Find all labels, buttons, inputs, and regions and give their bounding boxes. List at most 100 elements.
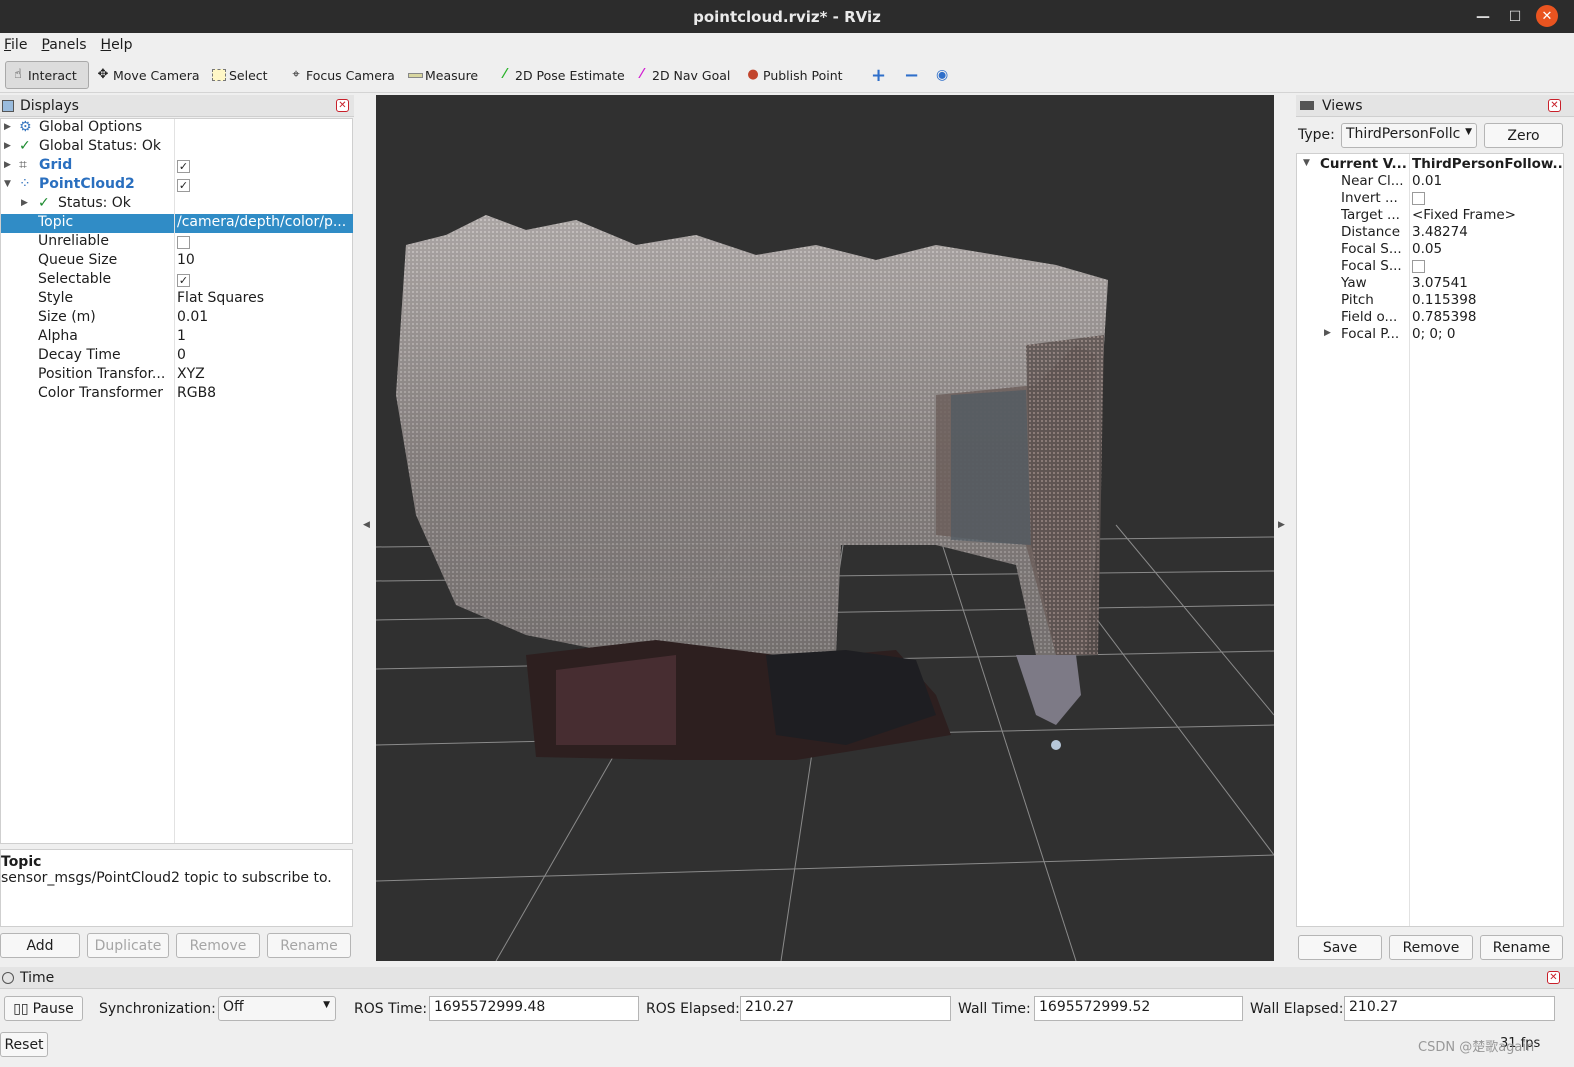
rename-view-button[interactable]: Rename — [1480, 935, 1563, 960]
wall-time-field[interactable]: 1695572999.52 — [1034, 996, 1243, 1021]
property-value[interactable]: 0 — [177, 347, 353, 363]
collapse-arrow-icon[interactable]: ▼ — [4, 179, 11, 189]
property-value[interactable]: 10 — [177, 252, 353, 268]
property-value[interactable]: XYZ — [177, 366, 353, 382]
view-prop-row[interactable]: Invert ... — [1297, 190, 1565, 207]
wall-time-label: Wall Time: — [958, 1001, 1031, 1017]
focal-shape-checkbox[interactable] — [1412, 260, 1425, 273]
prop-value[interactable]: 0; 0; 0 — [1412, 326, 1564, 342]
close-time-icon[interactable]: ✕ — [1547, 971, 1560, 984]
view-type-select[interactable]: ThirdPersonFollc ▼ — [1341, 123, 1477, 148]
add-tool-icon[interactable]: + — [871, 61, 886, 89]
close-displays-icon[interactable]: ✕ — [336, 99, 349, 112]
view-prop-row[interactable]: Pitch 0.115398 — [1297, 292, 1565, 309]
collapse-right-icon[interactable]: ▶ — [1278, 520, 1285, 530]
expand-arrow-icon[interactable]: ▶ — [4, 160, 11, 170]
view-prop-row[interactable]: ▶ Focal P... 0; 0; 0 — [1297, 326, 1565, 343]
prop-value[interactable]: 0.115398 — [1412, 292, 1564, 308]
view-prop-row[interactable]: Distance 3.48274 — [1297, 224, 1565, 241]
close-views-icon[interactable]: ✕ — [1548, 99, 1561, 112]
view-prop-row[interactable]: Target ... <Fixed Frame> — [1297, 207, 1565, 224]
invert-z-checkbox[interactable] — [1412, 192, 1425, 205]
tree-row-position-transformer[interactable]: Position Transfor... XYZ — [1, 366, 353, 385]
grid-icon: ⌗ — [19, 157, 27, 173]
menu-file[interactable]: File — [0, 37, 31, 53]
close-window-button[interactable]: ✕ — [1536, 5, 1558, 27]
pose-estimate-tool[interactable]: ⁄ 2D Pose Estimate — [497, 61, 625, 89]
tree-row-size[interactable]: Size (m) 0.01 — [1, 309, 353, 328]
focus-camera-tool[interactable]: ⌖ Focus Camera — [288, 61, 394, 89]
view-prop-row[interactable]: Field o... 0.785398 — [1297, 309, 1565, 326]
property-value[interactable]: /camera/depth/color/p... — [177, 214, 353, 230]
prop-value[interactable]: 0.785398 — [1412, 309, 1564, 325]
tree-row-selectable[interactable]: Selectable ✓ — [1, 271, 353, 290]
move-camera-tool[interactable]: ✥ Move Camera — [95, 61, 200, 89]
menu-panels[interactable]: Panels — [37, 37, 90, 53]
property-value[interactable]: 0.01 — [177, 309, 353, 325]
displays-title: Displays — [20, 97, 79, 114]
prop-value[interactable]: 0.01 — [1412, 173, 1564, 189]
prop-value[interactable]: 3.07541 — [1412, 275, 1564, 291]
tree-row-global-options[interactable]: ▶ ⚙ Global Options — [1, 119, 353, 138]
expand-arrow-icon[interactable]: ▶ — [4, 141, 11, 151]
collapse-left-icon[interactable]: ◀ — [363, 520, 370, 530]
remove-tool-icon[interactable]: − — [904, 61, 919, 89]
minimize-button[interactable]: — — [1472, 0, 1494, 33]
zero-button[interactable]: Zero — [1484, 123, 1563, 148]
property-value[interactable]: Flat Squares — [177, 290, 353, 306]
tree-row-queue-size[interactable]: Queue Size 10 — [1, 252, 353, 271]
rename-display-button[interactable]: Rename — [267, 933, 351, 958]
selectable-checkbox[interactable]: ✓ — [177, 274, 190, 287]
eye-icon[interactable]: ◉ — [936, 61, 948, 89]
select-tool[interactable]: Select — [211, 61, 268, 89]
publish-point-tool[interactable]: ● Publish Point — [745, 61, 842, 89]
tree-row-decay-time[interactable]: Decay Time 0 — [1, 347, 353, 366]
pointcloud-label: PointCloud2 — [39, 176, 135, 192]
reset-button[interactable]: Reset — [0, 1032, 48, 1057]
remove-view-button[interactable]: Remove — [1389, 935, 1473, 960]
nav-goal-tool[interactable]: ⁄ 2D Nav Goal — [634, 61, 731, 89]
remove-display-button[interactable]: Remove — [176, 933, 260, 958]
property-value[interactable]: 1 — [177, 328, 353, 344]
property-value[interactable]: RGB8 — [177, 385, 353, 401]
duplicate-display-button[interactable]: Duplicate — [87, 933, 169, 958]
view-prop-row[interactable]: Focal S... 0.05 — [1297, 241, 1565, 258]
collapse-arrow-icon[interactable]: ▼ — [1303, 158, 1310, 168]
prop-value[interactable]: 0.05 — [1412, 241, 1564, 257]
prop-value[interactable]: <Fixed Frame> — [1412, 207, 1564, 223]
tree-row-style[interactable]: Style Flat Squares — [1, 290, 353, 309]
save-view-button[interactable]: Save — [1298, 935, 1382, 960]
tree-row-topic[interactable]: Topic /camera/depth/color/p... — [1, 214, 353, 233]
view-prop-row[interactable]: Near Cl... 0.01 — [1297, 173, 1565, 190]
sync-select[interactable]: Off ▼ — [218, 996, 336, 1021]
expand-arrow-icon[interactable]: ▶ — [21, 198, 28, 208]
ros-elapsed-field[interactable]: 210.27 — [740, 996, 951, 1021]
unreliable-checkbox[interactable] — [177, 236, 190, 249]
tree-row-grid[interactable]: ▶ ⌗ Grid ✓ — [1, 157, 353, 176]
expand-arrow-icon[interactable]: ▶ — [1324, 328, 1331, 338]
current-view-row[interactable]: ▼ Current V... ThirdPersonFollow... — [1297, 156, 1565, 173]
menu-bar: File Panels Help — [0, 33, 1574, 57]
maximize-button[interactable]: ☐ — [1504, 0, 1526, 33]
view-prop-row[interactable]: Yaw 3.07541 — [1297, 275, 1565, 292]
view-prop-row[interactable]: Focal S... — [1297, 258, 1565, 275]
tree-row-status[interactable]: ▶ ✓ Status: Ok — [1, 195, 353, 214]
menu-help[interactable]: Help — [97, 37, 137, 53]
wall-elapsed-field[interactable]: 210.27 — [1344, 996, 1555, 1021]
expand-arrow-icon[interactable]: ▶ — [4, 122, 11, 132]
grid-enabled-checkbox[interactable]: ✓ — [177, 160, 190, 173]
pointcloud-enabled-checkbox[interactable]: ✓ — [177, 179, 190, 192]
pause-button[interactable]: ▯▯ Pause — [4, 996, 83, 1021]
measure-tool[interactable]: Measure — [407, 61, 478, 89]
tree-row-color-transformer[interactable]: Color Transformer RGB8 — [1, 385, 353, 404]
tree-row-unreliable[interactable]: Unreliable — [1, 233, 353, 252]
prop-key: Focal P... — [1341, 326, 1400, 342]
render-viewport[interactable] — [376, 95, 1274, 961]
interact-tool[interactable]: ☝ Interact — [5, 61, 89, 89]
tree-row-alpha[interactable]: Alpha 1 — [1, 328, 353, 347]
ros-time-field[interactable]: 1695572999.48 — [429, 996, 639, 1021]
tree-row-global-status[interactable]: ▶ ✓ Global Status: Ok — [1, 138, 353, 157]
prop-value[interactable]: 3.48274 — [1412, 224, 1564, 240]
tree-row-pointcloud[interactable]: ▼ ⁘ PointCloud2 ✓ — [1, 176, 353, 195]
add-display-button[interactable]: Add — [0, 933, 80, 958]
